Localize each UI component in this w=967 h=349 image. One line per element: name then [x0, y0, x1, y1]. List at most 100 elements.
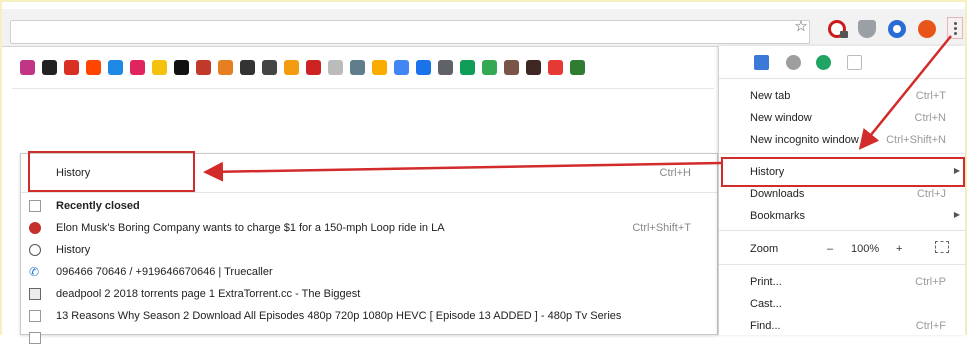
menu-new-incognito-window[interactable]: New incognito window Ctrl+Shift+N — [719, 129, 965, 151]
menu-item-shortcut: Ctrl+T — [915, 90, 946, 102]
menu-divider — [719, 264, 965, 265]
menu-item-label: Find... — [750, 320, 781, 332]
recent-item[interactable]: deadpool 2 2018 torrents page 1 ExtraTor… — [21, 283, 717, 305]
b-letter-icon[interactable] — [174, 60, 189, 75]
camera-icon[interactable] — [42, 60, 57, 75]
dot-icon — [953, 21, 957, 25]
chrome-menu-button[interactable] — [947, 17, 963, 39]
swirl-icon[interactable] — [218, 60, 233, 75]
window-icon — [29, 200, 41, 212]
menu-new-tab[interactable]: New tab Ctrl+T — [719, 85, 965, 107]
fire-extension-icon[interactable] — [918, 20, 936, 38]
tesla-red-icon — [29, 222, 41, 234]
zoom-value: 100% — [851, 243, 880, 255]
drive-icon[interactable] — [460, 60, 475, 75]
menu-item-shortcut: Ctrl+P — [915, 276, 946, 288]
red-tool-icon[interactable] — [306, 60, 321, 75]
bookmarks-bar — [20, 60, 585, 76]
bookmark-star-icon[interactable]: ☆ — [793, 19, 809, 35]
recent-item-partial[interactable] — [21, 327, 717, 349]
recent-item-label: 096466 70646 / +919646670646 | Truecalle… — [56, 266, 273, 278]
opera-ad-blocker-icon[interactable] — [828, 20, 848, 38]
menu-item-label: Cast... — [750, 298, 782, 310]
menu-find[interactable]: Find... Ctrl+F — [719, 315, 965, 337]
dot-icon — [953, 26, 957, 30]
submenu-arrow-icon: ▶ — [953, 166, 960, 175]
menu-item-label: Downloads — [750, 188, 805, 200]
google-icon[interactable] — [394, 60, 409, 75]
submenu-history-shortcut: Ctrl+H — [659, 167, 691, 179]
menu-item-shortcut: Ctrl+N — [914, 112, 946, 124]
menu-item-shortcut: Ctrl+J — [916, 188, 946, 200]
submenu-history-label: History — [56, 167, 91, 179]
trend-icon[interactable] — [416, 60, 431, 75]
doc-icon[interactable] — [350, 60, 365, 75]
recently-closed-label: Recently closed — [56, 200, 140, 212]
puzzle-extension-icon[interactable] — [847, 55, 862, 70]
green-knot-icon[interactable] — [570, 60, 585, 75]
torrent-page-icon — [29, 288, 41, 300]
badge-icon — [840, 31, 848, 38]
recent-item[interactable]: Elon Musk's Boring Company wants to char… — [21, 217, 717, 239]
recent-item[interactable]: History — [21, 239, 717, 261]
shield-extension-icon[interactable] — [858, 20, 876, 38]
green-g-extension-icon[interactable] — [816, 55, 831, 70]
yellow-notes-icon[interactable] — [152, 60, 167, 75]
menu-cast[interactable]: Cast... — [719, 293, 965, 315]
history-submenu: History Ctrl+H Recently closed Elon Musk… — [20, 153, 718, 344]
menu-downloads[interactable]: Downloads Ctrl+J — [719, 183, 965, 205]
dark-book-icon[interactable] — [526, 60, 541, 75]
blank-page-icon[interactable] — [328, 60, 343, 75]
recent-item-shortcut: Ctrl+Shift+T — [632, 222, 691, 234]
recent-item-label: Elon Musk's Boring Company wants to char… — [56, 222, 445, 234]
screenshot-extension-icon[interactable] — [754, 55, 769, 70]
menu-item-label: Print... — [750, 276, 782, 288]
menu-bookmarks[interactable]: Bookmarks ▶ — [719, 205, 965, 227]
history-clock-icon — [29, 244, 41, 256]
menu-item-label: New window — [750, 112, 812, 124]
submenu-arrow-icon: ▶ — [953, 210, 960, 219]
t-letter-icon[interactable] — [240, 60, 255, 75]
orange-globe-icon[interactable] — [284, 60, 299, 75]
menu-print[interactable]: Print... Ctrl+P — [719, 271, 965, 293]
red-app-icon[interactable] — [130, 60, 145, 75]
cart-icon[interactable] — [504, 60, 519, 75]
upload-icon[interactable] — [108, 60, 123, 75]
chrome-main-menu: New tab Ctrl+T New window Ctrl+N New inc… — [718, 46, 965, 335]
recent-item[interactable]: 13 Reasons Why Season 2 Download All Epi… — [21, 305, 717, 327]
menu-history[interactable]: History ▶ — [719, 161, 965, 183]
video-icon[interactable] — [548, 60, 563, 75]
recent-item-label: 13 Reasons Why Season 2 Download All Epi… — [56, 310, 622, 322]
recent-item-label: deadpool 2 2018 torrents page 1 ExtraTor… — [56, 288, 361, 300]
recent-item-label: History — [56, 244, 91, 256]
analytics-icon[interactable] — [372, 60, 387, 75]
submenu-divider — [21, 192, 717, 193]
blank-page-icon — [29, 310, 41, 322]
submenu-history-item[interactable]: History Ctrl+H — [21, 162, 717, 184]
zoom-out-button[interactable]: – — [827, 243, 833, 255]
address-bar[interactable] — [10, 20, 810, 44]
gmail-icon[interactable] — [64, 60, 79, 75]
menu-divider — [719, 78, 965, 79]
fullscreen-icon[interactable] — [935, 241, 949, 253]
menu-item-shortcut: Ctrl+Shift+N — [886, 134, 946, 146]
wordpress-icon[interactable] — [196, 60, 211, 75]
phone-icon: ✆ — [29, 265, 40, 279]
blue-circle-extension-icon[interactable] — [888, 20, 906, 38]
recent-item[interactable]: ✆ 096466 70646 / +919646670646 | Truecal… — [21, 261, 717, 283]
menu-item-label: Bookmarks — [750, 210, 806, 222]
zoom-label: Zoom — [750, 243, 779, 255]
reddit-icon[interactable] — [86, 60, 101, 75]
zoom-in-button[interactable]: + — [896, 243, 902, 255]
recently-closed-header: Recently closed — [21, 195, 717, 217]
instagram-icon[interactable] — [20, 60, 35, 75]
bank-icon[interactable] — [438, 60, 453, 75]
menu-item-shortcut: Ctrl+F — [915, 320, 946, 332]
spotify-like-icon[interactable] — [262, 60, 277, 75]
gray-extension-icon[interactable] — [786, 55, 801, 70]
menu-divider — [719, 153, 965, 154]
green-arrow-icon[interactable] — [482, 60, 497, 75]
menu-new-window[interactable]: New window Ctrl+N — [719, 107, 965, 129]
menu-zoom: Zoom – 100% + — [719, 238, 965, 260]
blank-page-icon — [29, 332, 41, 344]
